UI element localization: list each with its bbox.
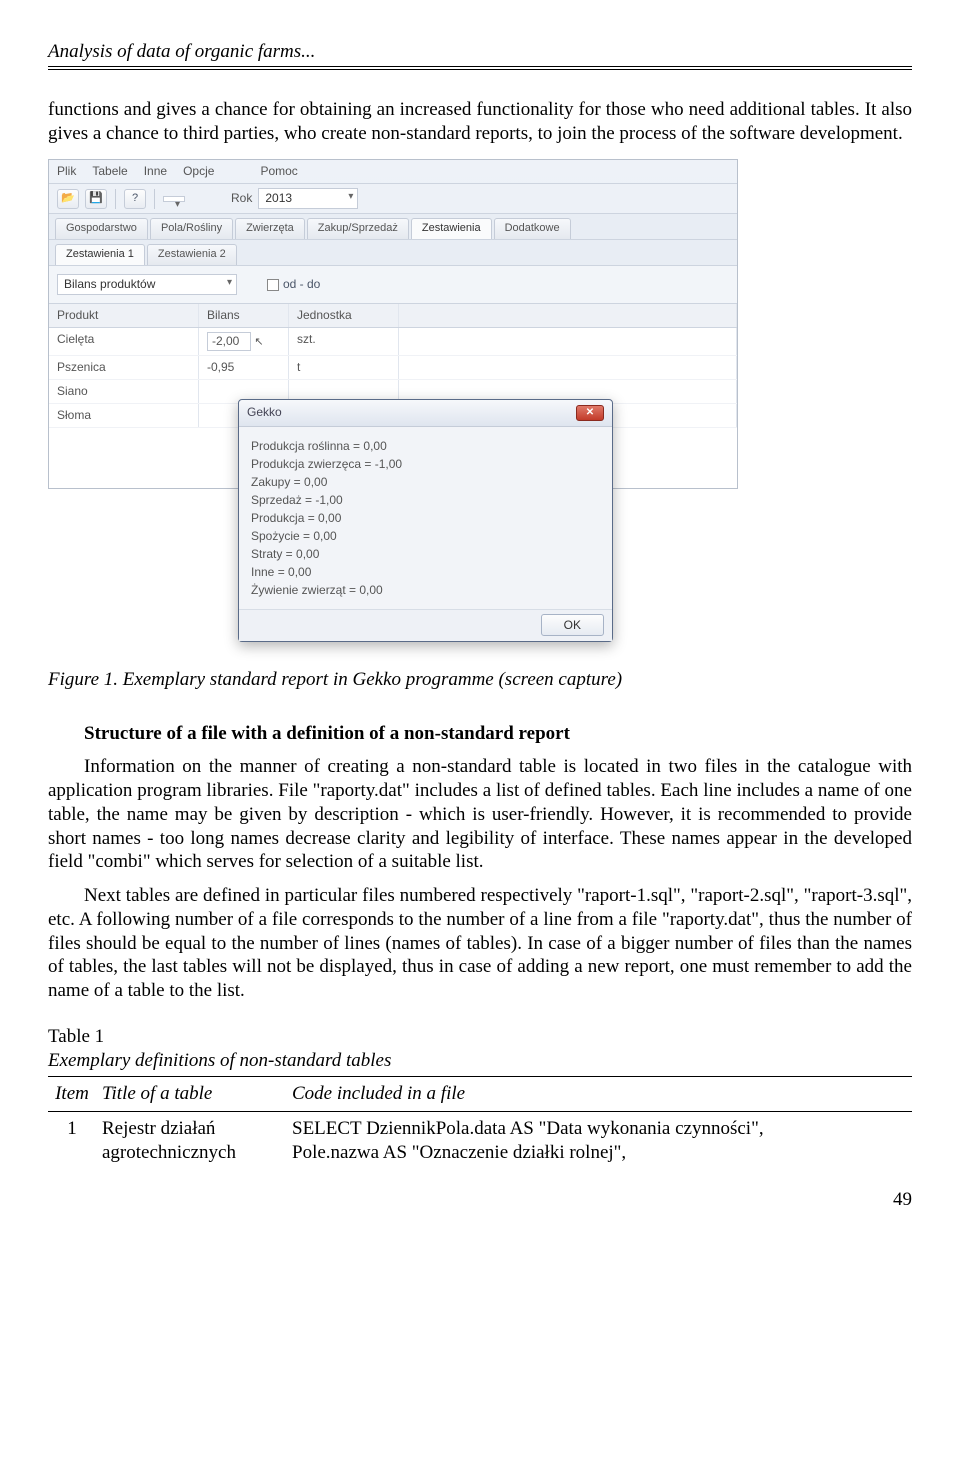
definitions-table: Item Title of a table Code included in a…	[48, 1079, 912, 1167]
main-tabs: Gospodarstwo Pola/Rośliny Zwierzęta Zaku…	[49, 214, 737, 240]
toolbar-help-icon[interactable]: ?	[124, 189, 146, 209]
col-bilans[interactable]: Bilans	[199, 304, 289, 327]
toolbar: 📂 💾 ? Rok 2013	[49, 184, 737, 214]
dialog-body: Produkcja roślinna = 0,00 Produkcja zwie…	[239, 427, 612, 609]
table-label: Table 1	[48, 1025, 912, 1049]
table-rule	[48, 1076, 912, 1077]
dialog-line: Żywienie zwierząt = 0,00	[251, 581, 600, 599]
table-row[interactable]: Cielęta -2,00 ↖ szt.	[49, 328, 737, 356]
dialog-line: Spożycie = 0,00	[251, 527, 600, 545]
paragraph-intro: functions and gives a chance for obtaini…	[48, 98, 912, 146]
menubar: Plik Tabele Inne Opcje Pomoc	[49, 160, 737, 184]
dialog-line: Produkcja roślinna = 0,00	[251, 437, 600, 455]
cell-produkt: Słoma	[49, 404, 199, 427]
tab-zwierzeta[interactable]: Zwierzęta	[235, 218, 305, 239]
col-jednostka[interactable]: Jednostka	[289, 304, 399, 327]
menu-inne[interactable]: Inne	[144, 164, 167, 179]
subtab-z2[interactable]: Zestawienia 2	[147, 244, 237, 265]
od-do-label: od - do	[283, 277, 320, 291]
screenshot-figure: Plik Tabele Inne Opcje Pomoc 📂 💾 ? Rok 2…	[48, 159, 912, 642]
th-item: Item	[48, 1079, 96, 1109]
table-header-row: Item Title of a table Code included in a…	[48, 1079, 912, 1109]
tab-zestawienia[interactable]: Zestawienia	[411, 218, 492, 239]
menu-opcje[interactable]: Opcje	[183, 164, 214, 179]
cursor-arrow-icon: ↖	[254, 336, 263, 348]
close-icon[interactable]: ✕	[576, 405, 604, 421]
dialog-titlebar: Gekko ✕	[239, 400, 612, 427]
sub-tabs: Zestawienia 1 Zestawienia 2	[49, 240, 737, 266]
ok-button[interactable]: OK	[541, 614, 604, 636]
toolbar-save-icon[interactable]: 💾	[85, 189, 107, 209]
subtab-z1[interactable]: Zestawienia 1	[55, 244, 145, 265]
cell-jednostka: t	[289, 356, 399, 379]
dialog-line: Produkcja = 0,00	[251, 509, 600, 527]
code-line: SELECT DziennikPola.data AS "Data wykona…	[292, 1118, 764, 1139]
dialog-title: Gekko	[247, 405, 282, 420]
figure-caption: Figure 1. Exemplary standard report in G…	[48, 668, 912, 692]
gekko-dialog: Gekko ✕ Produkcja roślinna = 0,00 Produk…	[238, 399, 613, 642]
section-title: Structure of a file with a definition of…	[48, 722, 912, 746]
th-title: Title of a table	[96, 1079, 286, 1109]
tab-gospodarstwo[interactable]: Gospodarstwo	[55, 218, 148, 239]
dialog-line: Zakupy = 0,00	[251, 473, 600, 491]
year-combo[interactable]: 2013	[258, 188, 358, 209]
paragraph-body: Next tables are defined in particular fi…	[48, 884, 912, 1003]
filter-bar: Bilans produktów od - do	[49, 266, 737, 304]
tab-zakup[interactable]: Zakup/Sprzedaż	[307, 218, 409, 239]
cell-bilans-input[interactable]: -2,00	[207, 332, 251, 351]
td-code: SELECT DziennikPola.data AS "Data wykona…	[286, 1114, 912, 1168]
header-rule	[48, 66, 912, 70]
td-item: 1	[48, 1114, 96, 1168]
cell-bilans: -0,95	[199, 356, 289, 379]
table-row[interactable]: Pszenica -0,95 t	[49, 356, 737, 380]
od-do-checkbox[interactable]: od - do	[267, 277, 320, 292]
report-combo[interactable]: Bilans produktów	[57, 274, 237, 295]
tab-dodatkowe[interactable]: Dodatkowe	[494, 218, 571, 239]
table-row: 1 Rejestr działań agrotechnicznych SELEC…	[48, 1114, 912, 1168]
td-title: Rejestr działań agrotechnicznych	[96, 1114, 286, 1168]
cell-jednostka: szt.	[289, 328, 399, 355]
paragraph-body: Information on the manner of creating a …	[48, 755, 912, 874]
menu-pomoc[interactable]: Pomoc	[260, 164, 297, 179]
toolbar-separator	[115, 189, 116, 209]
table-rule	[48, 1111, 912, 1112]
table-caption: Exemplary definitions of non-standard ta…	[48, 1049, 912, 1073]
dialog-line: Straty = 0,00	[251, 545, 600, 563]
page-number: 49	[48, 1188, 912, 1212]
menu-plik[interactable]: Plik	[57, 164, 76, 179]
menu-tabele[interactable]: Tabele	[92, 164, 127, 179]
toolbar-open-icon[interactable]: 📂	[57, 189, 79, 209]
th-code: Code included in a file	[286, 1079, 912, 1109]
dialog-line: Sprzedaż = -1,00	[251, 491, 600, 509]
year-label: Rok	[231, 191, 252, 206]
toolbar-combo[interactable]	[163, 196, 185, 202]
running-header: Analysis of data of organic farms...	[48, 40, 912, 64]
dialog-footer: OK	[239, 609, 612, 641]
grid-header: Produkt Bilans Jednostka	[49, 304, 737, 328]
dialog-line: Inne = 0,00	[251, 563, 600, 581]
toolbar-separator	[154, 189, 155, 209]
dialog-line: Produkcja zwierzęca = -1,00	[251, 455, 600, 473]
tab-pola[interactable]: Pola/Rośliny	[150, 218, 233, 239]
cell-produkt: Cielęta	[49, 328, 199, 355]
cell-produkt: Pszenica	[49, 356, 199, 379]
cell-produkt: Siano	[49, 380, 199, 403]
code-line: Pole.nazwa AS "Oznaczenie działki rolnej…	[292, 1142, 626, 1163]
col-produkt[interactable]: Produkt	[49, 304, 199, 327]
